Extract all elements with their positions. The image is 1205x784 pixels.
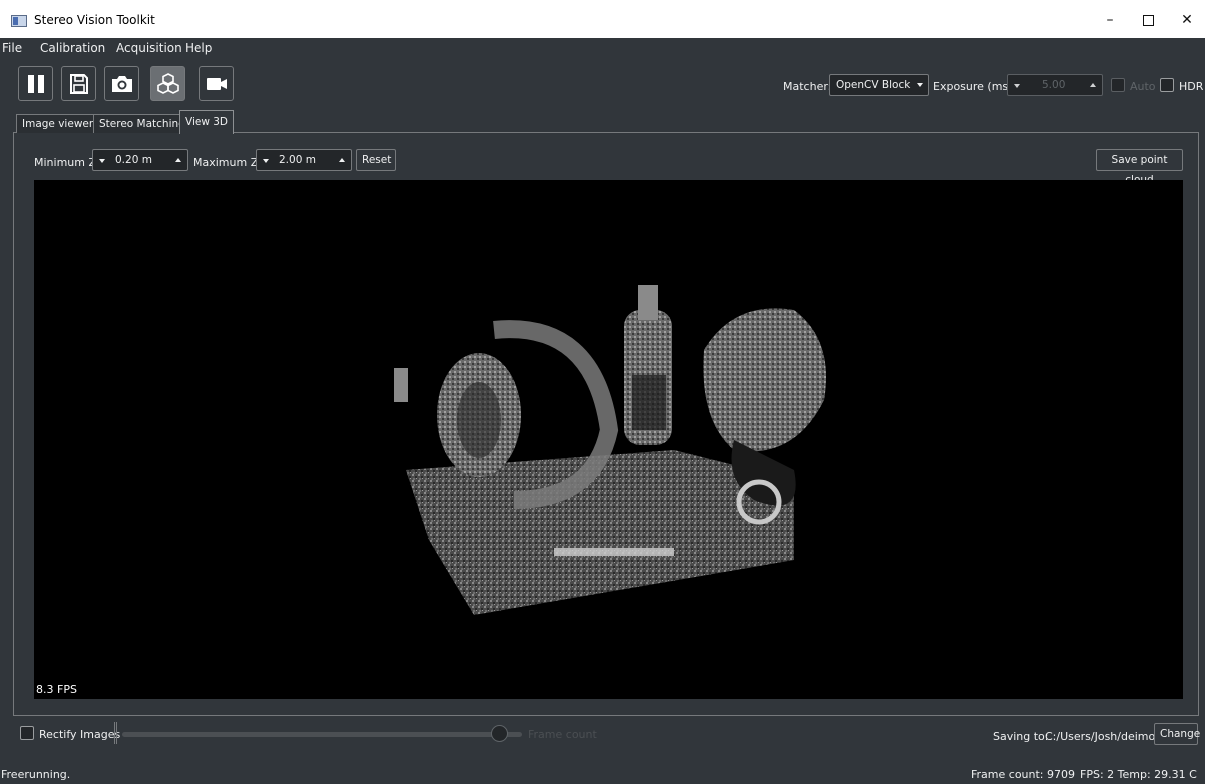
- camera-icon: [112, 76, 132, 92]
- save-point-cloud-button[interactable]: Save point cloud: [1096, 149, 1183, 186]
- saving-path: C:/Users/Josh/deimos/: [1045, 730, 1165, 743]
- max-z-label: Maximum Z :: [193, 156, 266, 169]
- frame-slider-handle[interactable]: [491, 725, 508, 742]
- decrement-icon: [263, 159, 269, 163]
- menu-acquisition[interactable]: Acquisition: [116, 41, 182, 55]
- increment-icon: [175, 158, 181, 162]
- matcher-select[interactable]: OpenCV Block: [829, 74, 929, 96]
- frame-count-ghost-label: Frame count: [528, 728, 597, 741]
- max-z-spinbox[interactable]: 2.00 m: [256, 149, 352, 171]
- pause-icon: [28, 75, 44, 93]
- chevron-down-icon: [917, 83, 923, 87]
- increment-icon: [339, 158, 345, 162]
- tab-view-3d[interactable]: View 3D: [179, 110, 235, 134]
- max-z-value: 2.00 m: [279, 154, 316, 166]
- video-camera-icon: [207, 78, 227, 90]
- saving-to-label: Saving to:: [993, 730, 1049, 743]
- pause-button[interactable]: [18, 66, 53, 101]
- reset-button[interactable]: Reset: [356, 149, 396, 171]
- status-fps-temp: FPS: 2 Temp: 29.31 C: [1080, 768, 1197, 781]
- rectify-images-label: Rectify Images: [39, 728, 121, 741]
- exposure-value: 5.00: [1042, 79, 1066, 91]
- point-cloud-render: [394, 285, 826, 615]
- frame-slider-track[interactable]: [122, 732, 522, 737]
- matcher-label: Matcher:: [783, 80, 832, 93]
- change-path-button[interactable]: Change: [1154, 723, 1200, 745]
- save-button[interactable]: [61, 66, 96, 101]
- decrement-icon: [1014, 84, 1020, 88]
- min-z-spinbox[interactable]: 0.20 m: [92, 149, 188, 171]
- hdr-checkbox[interactable]: [1160, 78, 1174, 92]
- auto-checkbox[interactable]: [1111, 78, 1125, 92]
- menu-help[interactable]: Help: [185, 41, 212, 55]
- point-cloud-viewer[interactable]: 8.3 FPS: [34, 180, 1183, 699]
- fps-overlay: 8.3 FPS: [36, 683, 77, 696]
- auto-label: Auto: [1130, 80, 1156, 93]
- minimize-button[interactable]: –: [1095, 6, 1125, 34]
- window-title: Stereo Vision Toolkit: [34, 13, 155, 27]
- close-button[interactable]: ✕: [1172, 6, 1202, 34]
- tab-image-viewer[interactable]: Image viewer: [16, 114, 100, 133]
- status-frame-count: Frame count: 9709: [971, 768, 1076, 781]
- record-video-button[interactable]: [199, 66, 234, 101]
- status-mode: Freerunning.: [1, 768, 71, 781]
- menu-file[interactable]: File: [2, 41, 22, 55]
- decrement-icon: [99, 159, 105, 163]
- min-z-value: 0.20 m: [115, 154, 152, 166]
- view-3d-button[interactable]: [150, 66, 185, 101]
- menu-calibration[interactable]: Calibration: [40, 41, 105, 55]
- menu-bar: File Calibration Acquisition Help: [0, 38, 1205, 59]
- exposure-label: Exposure (ms): [933, 80, 1013, 93]
- matcher-value: OpenCV Block: [836, 79, 911, 91]
- title-bar: Stereo Vision Toolkit – ✕: [0, 0, 1205, 38]
- rectify-images-checkbox[interactable]: [20, 726, 34, 740]
- maximize-icon: [1142, 14, 1154, 26]
- capture-button[interactable]: [104, 66, 139, 101]
- maximize-button[interactable]: [1133, 6, 1163, 34]
- save-icon: [70, 74, 88, 94]
- app-icon: [11, 15, 27, 27]
- tab-stereo-matching[interactable]: Stereo Matching: [93, 114, 191, 133]
- cubes-icon: [157, 73, 179, 94]
- exposure-spinbox[interactable]: 5.00: [1007, 74, 1103, 96]
- status-bar: Freerunning. Frame count: 9709 FPS: 2 Te…: [0, 764, 1205, 784]
- min-z-label: Minimum Z:: [34, 156, 100, 169]
- slider-separator: [114, 722, 117, 744]
- increment-icon: [1090, 83, 1096, 87]
- hdr-label: HDR: [1179, 80, 1204, 93]
